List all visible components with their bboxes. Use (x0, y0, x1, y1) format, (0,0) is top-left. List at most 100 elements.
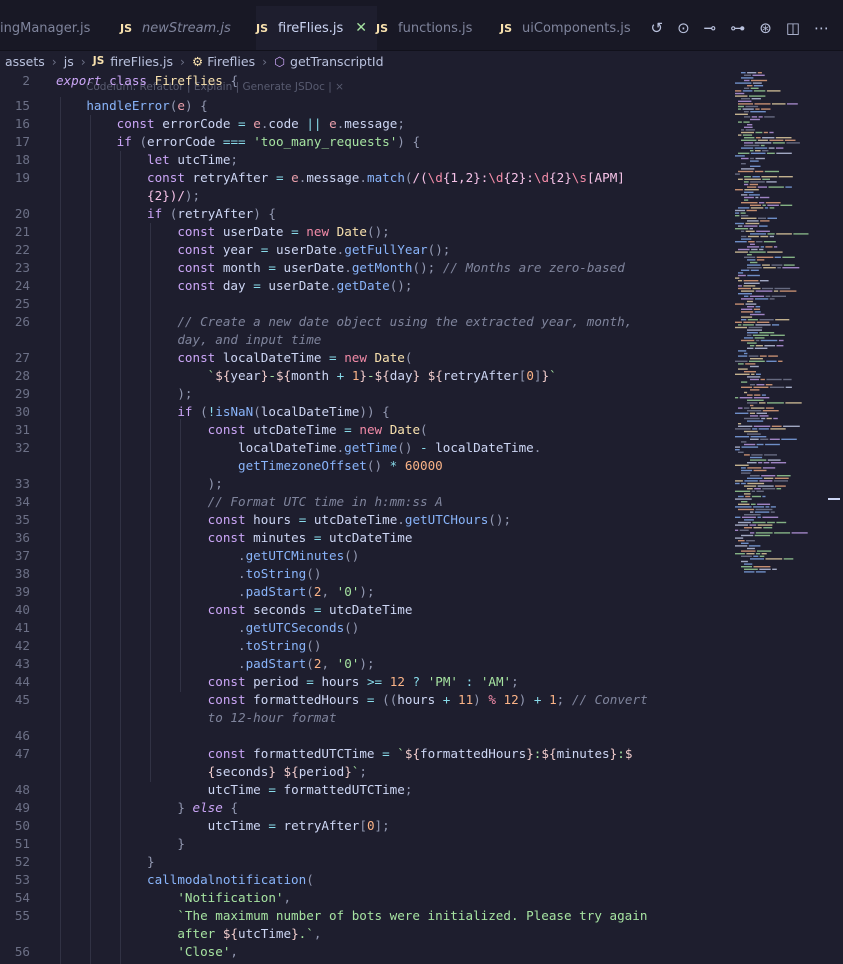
minimap-mark (738, 425, 753, 427)
line-number: 16 (14, 116, 30, 131)
minimap-mark (762, 178, 770, 180)
line-number: 49 (14, 800, 30, 815)
line-code: } (177, 836, 185, 851)
line-code: day, and input time (177, 332, 322, 347)
minimap-mark (747, 254, 752, 256)
minimap-mark (754, 347, 768, 349)
line-code: const userDate = new Date(); (177, 224, 390, 239)
split-editor-icon[interactable]: ◫ (786, 19, 800, 37)
line-code: 'Notification', (177, 890, 292, 905)
minimap-mark (750, 511, 754, 513)
minimap-mark (735, 482, 740, 485)
breadcrumb-method[interactable]: getTranscriptId (290, 54, 384, 69)
minimap-mark (753, 506, 765, 508)
minimap-mark (760, 220, 770, 222)
breadcrumb-class[interactable]: Fireflies (207, 54, 255, 69)
minimap-mark (747, 399, 764, 401)
minimap-mark (755, 306, 761, 308)
minimap-mark (735, 397, 739, 399)
line-code: callmodalnotification( (147, 872, 314, 887)
more-actions-icon[interactable]: ⋯ (814, 19, 829, 37)
go-forward-icon[interactable]: ⊶ (730, 19, 745, 37)
minimap-mark (746, 553, 755, 555)
minimap-mark (765, 407, 774, 409)
line-code: .toString() (237, 638, 322, 653)
minimap-mark (738, 105, 744, 108)
minimap-mark (750, 532, 755, 534)
minimap-mark (776, 521, 787, 524)
scroll-position-indicator[interactable] (828, 498, 840, 500)
line-code: ); (177, 386, 193, 401)
minimap-mark (747, 267, 762, 269)
minimap-mark (754, 142, 772, 144)
line-number: 34 (14, 494, 30, 509)
timeline-icon[interactable]: ↺ (651, 19, 664, 37)
minimap-mark (757, 485, 774, 487)
tab-0[interactable]: ingManager.js (0, 6, 90, 50)
minimap-mark (735, 490, 751, 492)
tab-1[interactable]: JS newStream.js (120, 6, 231, 50)
minimap-mark (759, 568, 771, 570)
minimap-mark (742, 108, 754, 110)
minimap-mark (767, 233, 775, 235)
minimap-mark (761, 176, 778, 178)
tab-2[interactable]: JS fireFlies.js ✕ (256, 6, 377, 50)
minimap[interactable] (735, 72, 825, 592)
minimap-mark (741, 446, 759, 448)
minimap-mark (741, 298, 754, 300)
minimap-mark (735, 277, 740, 279)
minimap-mark (735, 251, 748, 253)
minimap-mark (782, 267, 800, 269)
minimap-mark (741, 501, 748, 503)
gitlens-icon[interactable]: ⊛ (759, 19, 772, 37)
line-code: const period = hours >= 12 ? 'PM' : 'AM'… (207, 674, 519, 689)
minimap-mark (741, 163, 746, 165)
minimap-mark (753, 527, 762, 529)
minimap-mark (738, 280, 743, 282)
minimap-mark (743, 321, 756, 323)
close-tab-icon[interactable]: ✕ (355, 20, 367, 36)
minimap-mark (753, 386, 769, 388)
commit-icon[interactable]: ⊸ (704, 19, 717, 37)
minimap-mark (752, 334, 769, 336)
minimap-mark (762, 137, 775, 139)
breadcrumb-js[interactable]: js (64, 54, 74, 69)
minimap-mark (745, 222, 760, 225)
breadcrumb-file[interactable]: fireFlies.js (110, 54, 173, 69)
line-number: 41 (14, 620, 30, 635)
minimap-mark (756, 490, 764, 492)
minimap-mark (754, 170, 764, 173)
minimap-mark (762, 204, 766, 206)
minimap-mark (767, 152, 775, 154)
line-code: after ${utcTime}.`, (177, 926, 322, 941)
line-number: 46 (14, 728, 30, 743)
minimap-mark (765, 202, 781, 204)
minimap-mark (741, 194, 748, 196)
minimap-mark (735, 189, 743, 191)
minimap-mark (747, 420, 764, 422)
minimap-mark (738, 521, 751, 524)
line-code: let utcTime; (147, 152, 239, 167)
minimap-mark (744, 137, 755, 139)
line-code: // Create a new date object using the ex… (177, 314, 633, 329)
line-number: 21 (14, 224, 30, 239)
minimap-mark (735, 529, 739, 531)
tab-4[interactable]: JS uiComponents.js (500, 6, 631, 50)
go-back-icon[interactable]: ⊙ (677, 19, 690, 37)
tab-3[interactable]: JS functions.js (376, 6, 472, 50)
minimap-mark (760, 438, 769, 440)
line-number: 35 (14, 512, 30, 527)
code-editor[interactable]: Codeium: Refactor | Explain | Generate J… (0, 72, 843, 964)
minimap-mark (764, 116, 775, 118)
line-number: 24 (14, 278, 30, 293)
minimap-mark (747, 342, 757, 344)
minimap-mark (744, 443, 756, 446)
minimap-mark (750, 152, 766, 154)
line-number: 38 (14, 566, 30, 581)
minimap-mark (752, 176, 760, 178)
line-code: } (147, 854, 155, 869)
minimap-mark (785, 186, 792, 188)
breadcrumb-assets[interactable]: assets (5, 54, 45, 69)
minimap-mark (761, 553, 767, 555)
line-code: const month = userDate.getMonth(); // Mo… (177, 260, 625, 275)
